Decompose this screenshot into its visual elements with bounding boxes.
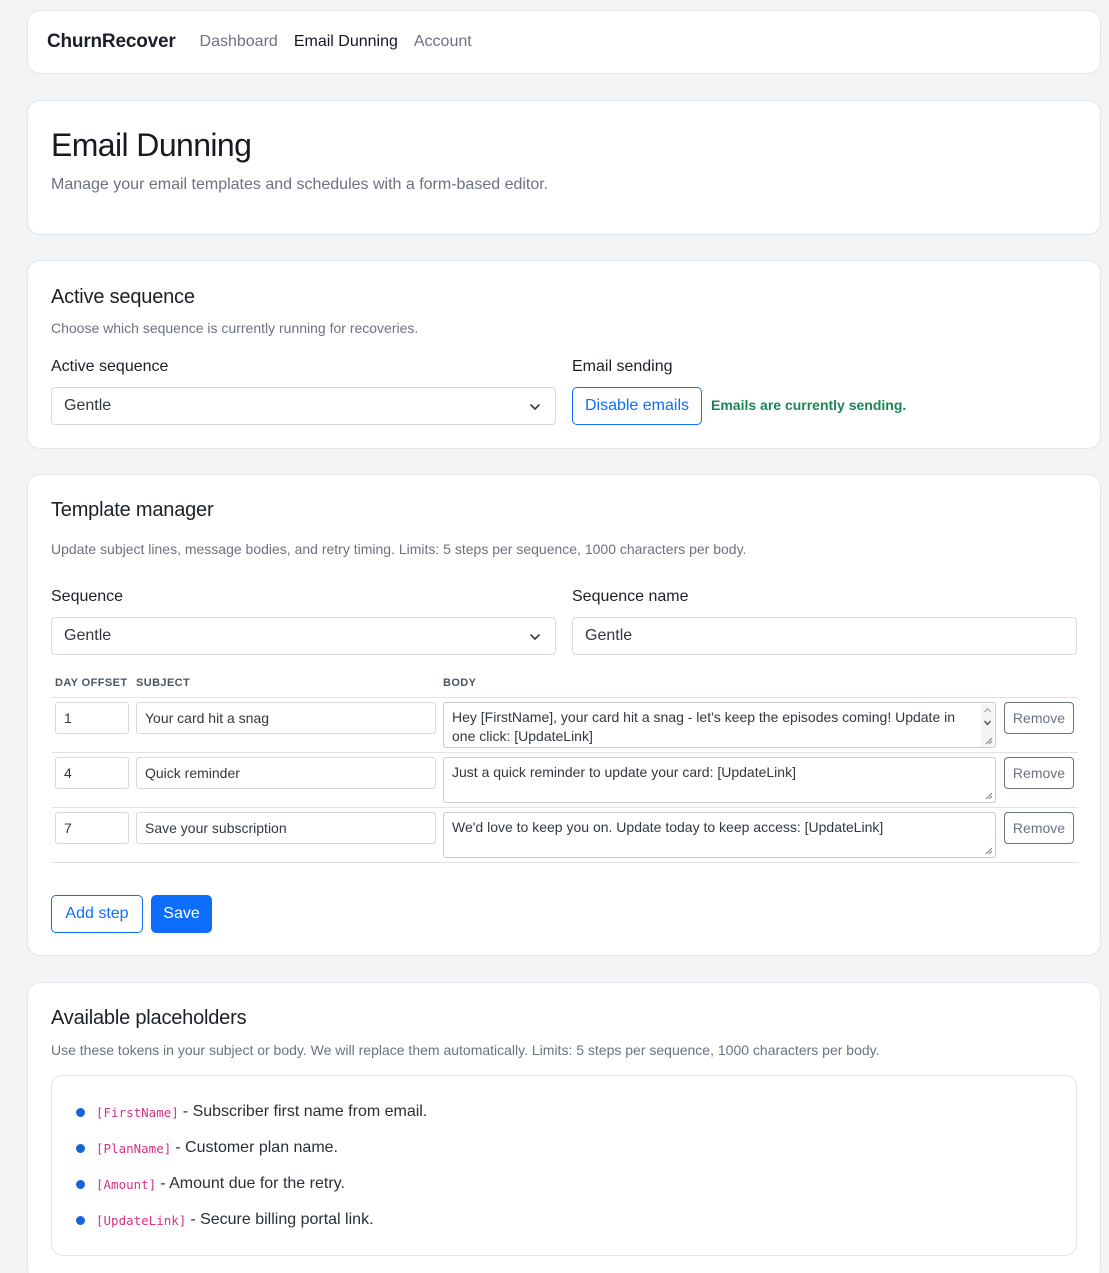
placeholder-description: - Customer plan name. bbox=[175, 1139, 338, 1156]
page-header: Email Dunning Manage your email template… bbox=[27, 100, 1101, 235]
list-item: [Amount] - Amount due for the retry. bbox=[76, 1175, 345, 1193]
top-nav: ChurnRecover Dashboard Email Dunning Acc… bbox=[27, 10, 1101, 74]
active-sequence-label: Active sequence bbox=[51, 358, 169, 375]
sequence-name-label: Sequence name bbox=[572, 588, 689, 605]
remove-step-button[interactable]: Remove bbox=[1004, 702, 1074, 734]
resize-grip-icon[interactable] bbox=[984, 791, 993, 800]
page-subtitle: Manage your email templates and schedule… bbox=[51, 176, 549, 193]
bullet-icon bbox=[76, 1179, 85, 1189]
active-sequence-card: Active sequence Choose which sequence is… bbox=[27, 260, 1101, 449]
chevron-down-icon bbox=[530, 404, 540, 410]
table-divider bbox=[52, 697, 1078, 698]
placeholder-token: [FirstName] bbox=[96, 1104, 179, 1120]
subject-input[interactable]: Your card hit a snag bbox=[136, 702, 436, 734]
list-item: [UpdateLink] - Secure billing portal lin… bbox=[76, 1211, 374, 1229]
sequence-select[interactable]: Gentle bbox=[51, 617, 556, 655]
subject-input[interactable]: Save your subscription bbox=[136, 812, 436, 844]
placeholder-token: [UpdateLink] bbox=[96, 1212, 187, 1228]
nav-link-email-dunning[interactable]: Email Dunning bbox=[294, 33, 398, 51]
sequence-select-value: Gentle bbox=[64, 627, 112, 644]
save-button[interactable]: Save bbox=[151, 895, 212, 933]
template-manager-card: Template manager Update subject lines, m… bbox=[27, 474, 1101, 956]
sending-status-text: Emails are currently sending. bbox=[711, 397, 907, 413]
brand-logo[interactable]: ChurnRecover bbox=[47, 31, 176, 53]
active-sequence-value: Gentle bbox=[64, 397, 112, 414]
column-header-body: BODY bbox=[443, 677, 477, 689]
resize-grip-icon[interactable] bbox=[984, 736, 993, 745]
body-textarea[interactable]: Just a quick reminder to update your car… bbox=[443, 757, 996, 803]
placeholders-card: Available placeholders Use these tokens … bbox=[27, 982, 1101, 1273]
table-row-divider bbox=[52, 752, 1078, 753]
day-offset-input[interactable]: 4 bbox=[55, 757, 129, 789]
placeholders-title: Available placeholders bbox=[51, 1007, 247, 1029]
day-offset-input[interactable]: 7 bbox=[55, 812, 129, 844]
template-manager-title: Template manager bbox=[51, 499, 214, 521]
placeholder-description: - Secure billing portal link. bbox=[190, 1211, 374, 1228]
table-row-divider bbox=[52, 862, 1078, 863]
day-offset-input[interactable]: 1 bbox=[55, 702, 129, 734]
bullet-icon bbox=[76, 1215, 85, 1225]
active-sequence-select[interactable]: Gentle bbox=[51, 387, 556, 425]
body-text: Hey [FirstName], your card hit a snag - … bbox=[452, 709, 956, 744]
email-sending-label: Email sending bbox=[572, 358, 673, 375]
placeholders-description: Use these tokens in your subject or body… bbox=[51, 1042, 880, 1058]
add-step-button[interactable]: Add step bbox=[51, 895, 143, 933]
subject-input[interactable]: Quick reminder bbox=[136, 757, 436, 789]
bullet-icon bbox=[76, 1107, 85, 1117]
body-text: We'd love to keep you on. Update today t… bbox=[452, 819, 884, 835]
remove-step-button[interactable]: Remove bbox=[1004, 812, 1074, 844]
body-text: Just a quick reminder to update your car… bbox=[452, 764, 796, 780]
active-sequence-description: Choose which sequence is currently runni… bbox=[51, 320, 419, 336]
sequence-label: Sequence bbox=[51, 588, 124, 605]
placeholders-list: [FirstName] - Subscriber first name from… bbox=[51, 1075, 1077, 1256]
page-title: Email Dunning bbox=[51, 127, 252, 163]
chevron-down-icon bbox=[530, 634, 540, 640]
nav-link-dashboard[interactable]: Dashboard bbox=[200, 33, 278, 51]
placeholder-token: [PlanName] bbox=[96, 1140, 172, 1156]
placeholder-description: - Subscriber first name from email. bbox=[182, 1103, 428, 1120]
column-header-day-offset: DAY OFFSET bbox=[55, 677, 128, 689]
list-item: [PlanName] - Customer plan name. bbox=[76, 1139, 338, 1157]
table-row-divider bbox=[52, 807, 1078, 808]
template-manager-description: Update subject lines, message bodies, an… bbox=[51, 541, 747, 557]
body-textarea[interactable]: We'd love to keep you on. Update today t… bbox=[443, 812, 996, 858]
nav-link-account[interactable]: Account bbox=[414, 33, 472, 51]
list-item: [FirstName] - Subscriber first name from… bbox=[76, 1103, 427, 1121]
placeholder-description: - Amount due for the retry. bbox=[160, 1175, 345, 1192]
column-header-subject: SUBJECT bbox=[136, 677, 191, 689]
active-sequence-title: Active sequence bbox=[51, 286, 195, 308]
disable-emails-button[interactable]: Disable emails bbox=[572, 387, 702, 425]
body-textarea[interactable]: Hey [FirstName], your card hit a snag - … bbox=[443, 702, 996, 748]
resize-grip-icon[interactable] bbox=[984, 846, 993, 855]
placeholder-token: [Amount] bbox=[96, 1176, 157, 1192]
bullet-icon bbox=[76, 1143, 85, 1153]
sequence-name-input[interactable]: Gentle bbox=[572, 617, 1077, 655]
remove-step-button[interactable]: Remove bbox=[1004, 757, 1074, 789]
